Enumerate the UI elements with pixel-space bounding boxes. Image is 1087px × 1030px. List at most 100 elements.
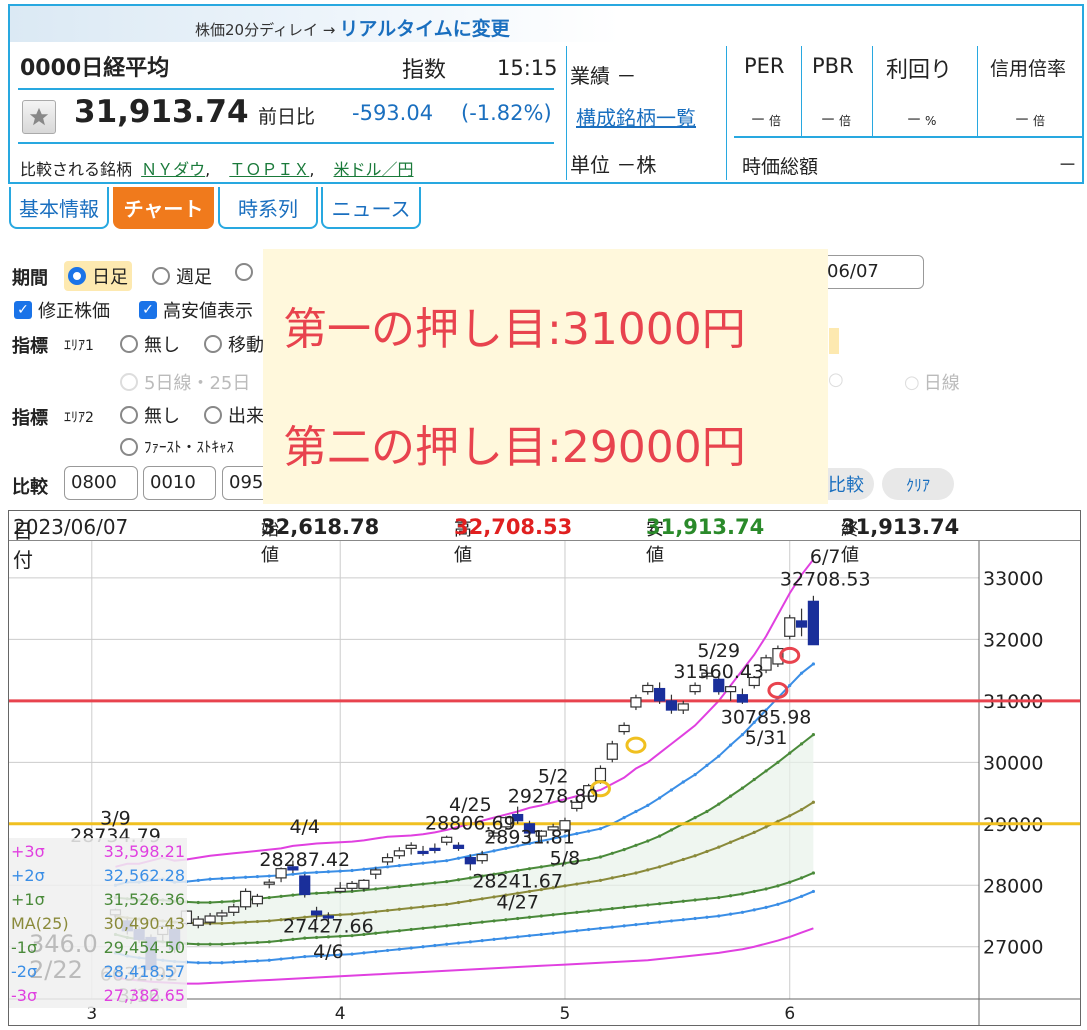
x-tick-label: 5 xyxy=(560,1004,571,1024)
candle-body xyxy=(417,850,429,855)
divider xyxy=(872,46,873,138)
plus1-sigma-line-point xyxy=(740,786,745,790)
per-unit: 倍 xyxy=(769,114,782,128)
plus2-sigma-line-point xyxy=(622,816,626,820)
minus2-sigma-line-point xyxy=(705,915,709,919)
minus1-sigma-line-point xyxy=(610,907,614,911)
minus1-sigma-line-point xyxy=(516,916,520,921)
per-value: －倍 xyxy=(750,106,781,130)
minus1-sigma-line-point xyxy=(563,911,567,916)
yield-unit: % xyxy=(925,114,937,128)
minus1-sigma-line-point xyxy=(279,938,283,943)
highlow-label: 高安値表示 xyxy=(163,301,253,322)
realtime-switch-link[interactable]: リアルタイムに変更 xyxy=(339,18,509,40)
minus2-sigma-line-point xyxy=(362,951,366,955)
plus1-sigma-line-point xyxy=(433,881,437,885)
constituents-link[interactable]: 構成銘柄一覧 xyxy=(576,102,696,131)
ma-right-option[interactable]: ○ 日線 xyxy=(904,369,960,395)
plus1-sigma-line-point xyxy=(610,851,614,855)
plus1-sigma-line-point xyxy=(587,857,591,862)
legend-minus1-value: 29,454.50 xyxy=(103,938,185,957)
stochastic-option[interactable]: ﾌｧｰｽﾄ・ｽﾄｷｬｽ xyxy=(120,436,234,457)
tab-news[interactable]: ニュース xyxy=(321,187,421,229)
candle-body xyxy=(239,890,252,908)
indicator1-none-label: 無し xyxy=(144,335,180,356)
price-annotation: 30785.98 xyxy=(721,707,812,729)
favorite-button[interactable] xyxy=(22,100,56,134)
minus2-sigma-line-point xyxy=(255,959,260,963)
minus2-sigma-line-point xyxy=(693,916,697,921)
compare-link-nydow[interactable]: ＮＹダウ xyxy=(141,160,205,179)
candle-body xyxy=(594,767,607,782)
tab-chart[interactable]: チャート xyxy=(113,187,214,229)
constituents-link-text[interactable]: 構成銘柄一覧 xyxy=(576,106,696,130)
ma-lines-option[interactable]: 5日線・25日 xyxy=(120,369,250,395)
indicator1-moving-avg-label: 移動 xyxy=(228,335,264,356)
minus1-sigma-line-point xyxy=(374,931,378,935)
minus2-sigma-line-point xyxy=(456,941,461,945)
minus2-sigma-line-point xyxy=(563,930,567,934)
tab-time-series[interactable]: 時系列 xyxy=(218,187,318,229)
plus1-sigma-line-point xyxy=(658,834,662,838)
period-monthly-option[interactable] xyxy=(235,263,259,281)
minus2-sigma-line-point xyxy=(598,926,603,930)
plus2-sigma-line-point xyxy=(314,870,319,874)
divider xyxy=(18,142,554,144)
indicator2-volume-option[interactable]: 出来 xyxy=(204,402,264,428)
annotation-line-2: 第二の押し目:29000円 xyxy=(283,422,746,473)
minus2-sigma-line-point xyxy=(279,957,283,961)
y-tick-label: 28000 xyxy=(983,875,1043,897)
plus1-sigma-line-point xyxy=(646,839,650,843)
ma25-line-point xyxy=(397,907,401,911)
plus2-sigma-line-point xyxy=(693,773,697,777)
plus1-sigma-line-point xyxy=(752,777,756,782)
separator: , xyxy=(309,160,315,179)
compare-link-topix[interactable]: ＴＯＰＩＸ xyxy=(229,160,309,179)
plus2-sigma-line-point xyxy=(220,876,224,881)
compare-link-usdjpy[interactable]: 米ドル／円 xyxy=(334,160,414,179)
compare-code-input-2[interactable]: 0010 xyxy=(143,466,216,500)
indicator1-moving-avg-option[interactable]: 移動 xyxy=(204,331,264,357)
legend-plus1-value: 31,526.36 xyxy=(103,890,185,909)
margin-ratio-value: －倍 xyxy=(1014,106,1045,130)
period-weekly-option[interactable]: 週足 xyxy=(152,263,212,289)
indicator2-none-option[interactable]: 無し xyxy=(120,402,180,428)
price-annotation: 28931.81 xyxy=(484,826,575,848)
plus2-sigma-line-point xyxy=(385,865,390,869)
period-daily-label: 日足 xyxy=(92,267,128,288)
minus2-sigma-line-point xyxy=(220,961,224,965)
ma25-line-point xyxy=(634,871,638,875)
ma25-line-point xyxy=(764,825,768,829)
ma25-line-point xyxy=(232,921,236,925)
period-daily-option[interactable]: 日足 xyxy=(64,261,132,291)
candle-body xyxy=(476,853,488,862)
separator: , xyxy=(205,160,211,179)
plus2-sigma-line-point xyxy=(232,876,236,880)
clear-button[interactable]: ｸﾘｱ xyxy=(882,468,954,500)
tab-basic-info[interactable]: 基本情報 xyxy=(9,187,109,229)
minus2-sigma-line-point xyxy=(658,920,662,924)
minus1-sigma-line-point xyxy=(208,942,212,946)
indicator1-none-option[interactable]: 無し xyxy=(120,331,180,357)
candle-body xyxy=(807,600,819,646)
ma25-line-point xyxy=(788,814,792,818)
divider xyxy=(734,136,1084,138)
plus1-sigma-line-point xyxy=(728,794,733,798)
highlow-checkbox[interactable]: ✓ 高安値表示 xyxy=(139,297,253,323)
date-input[interactable]: 06/07 xyxy=(820,255,924,289)
minus1-sigma-line-point xyxy=(255,940,260,945)
minus2-sigma-line-point xyxy=(421,945,425,949)
high-value: 32,708.53 xyxy=(454,515,573,539)
minus2-sigma-line-point xyxy=(622,924,626,928)
adjusted-price-checkbox[interactable]: ✓ 修正株価 xyxy=(14,297,110,323)
ma-right-text: 日線 xyxy=(923,373,960,394)
radio-icon xyxy=(152,267,170,285)
minus2-sigma-line-point xyxy=(539,932,543,937)
ma25-line-point xyxy=(220,921,224,925)
minus1-sigma-line-point xyxy=(587,909,591,913)
minus1-sigma-line-point xyxy=(527,915,532,919)
minus1-sigma-line-point xyxy=(551,913,555,917)
legend-ma25: MA(25) 30,490.43 xyxy=(11,914,187,933)
pbr-unit: 倍 xyxy=(839,114,852,128)
compare-code-input-1[interactable]: 0800 xyxy=(64,466,138,500)
